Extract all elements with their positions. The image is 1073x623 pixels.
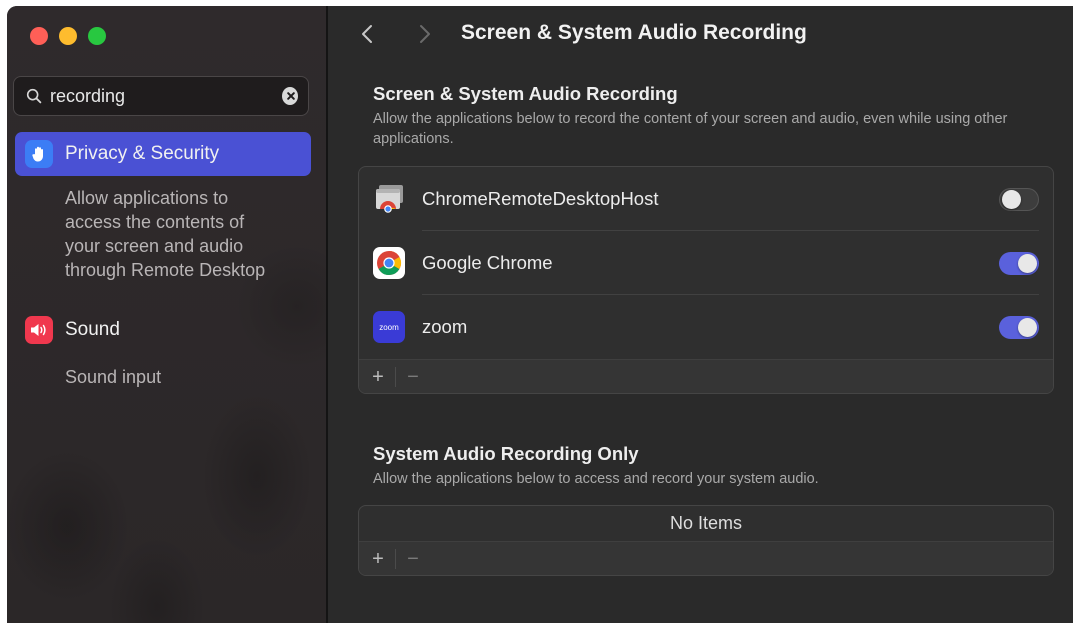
section-title: Screen & System Audio Recording: [373, 83, 678, 104]
list-item: ChromeRemoteDesktopHost: [359, 167, 1053, 231]
description-line: access the contents of: [65, 212, 245, 232]
sidebar-item-sound[interactable]: Sound: [15, 308, 311, 352]
description-line: Sound input: [65, 367, 162, 387]
list-footer: + −: [359, 541, 1053, 575]
toggle-knob: [1018, 317, 1037, 337]
section-title: System Audio Recording Only: [373, 443, 639, 464]
search-input[interactable]: [50, 85, 282, 107]
app-name: Google Chrome: [422, 252, 553, 273]
remove-app-button[interactable]: −: [402, 366, 424, 388]
zoom-icon: zoom: [373, 311, 405, 343]
chevron-right-icon[interactable]: [414, 22, 434, 46]
chrome-remote-desktop-icon: [376, 185, 403, 213]
description-line: Allow applications to: [65, 188, 229, 208]
list-item: Google Chrome: [359, 231, 1053, 295]
description-line: your screen and audio: [65, 236, 244, 256]
window-controls: [30, 27, 106, 45]
divider: [395, 548, 396, 569]
section-description: Allow the applications below to record t…: [373, 111, 1008, 147]
clear-search-icon[interactable]: [282, 87, 298, 105]
zoom-window-button[interactable]: [88, 27, 106, 45]
audio-only-app-list: No Items + −: [358, 505, 1054, 576]
speaker-icon: [25, 316, 53, 344]
toggle-knob: [1002, 189, 1021, 209]
description-line: through Remote Desktop: [65, 260, 266, 280]
main-content: Screen & System Audio Recording Screen &…: [328, 6, 1073, 623]
add-app-button[interactable]: +: [367, 548, 389, 570]
app-permission-toggle[interactable]: [999, 251, 1039, 275]
sidebar-item-label: Privacy & Security: [65, 143, 220, 164]
minimize-window-button[interactable]: [59, 27, 77, 45]
toolbar: Screen & System Audio Recording: [328, 6, 1073, 62]
empty-list-placeholder: No Items: [669, 513, 743, 533]
app-name: ChromeRemoteDesktopHost: [422, 188, 659, 209]
sidebar-item-label: Sound: [65, 319, 120, 340]
app-name: zoom: [422, 316, 468, 337]
app-permission-toggle[interactable]: [999, 187, 1039, 211]
search-field[interactable]: [13, 76, 309, 116]
page-title: Screen & System Audio Recording: [461, 21, 807, 44]
sidebar-item-privacy-security[interactable]: Privacy & Security: [15, 132, 311, 176]
app-permission-toggle[interactable]: [999, 315, 1039, 339]
settings-window: Privacy & Security Allow applications to…: [7, 6, 1073, 623]
app-list: ChromeRemoteDesktopHost Google Chrome zo…: [358, 166, 1054, 394]
section-description: Allow the applications below to access a…: [373, 471, 819, 487]
remove-app-button[interactable]: −: [402, 548, 424, 570]
chevron-left-icon[interactable]: [358, 22, 378, 46]
search-icon: [26, 88, 42, 104]
svg-text:zoom: zoom: [379, 323, 399, 332]
privacy-search-result-description[interactable]: Allow applications to access the content…: [65, 186, 265, 282]
toggle-knob: [1018, 253, 1037, 273]
add-app-button[interactable]: +: [367, 366, 389, 388]
close-window-button[interactable]: [30, 27, 48, 45]
list-footer: + −: [359, 359, 1053, 393]
chrome-icon: [373, 247, 405, 279]
hand-icon: [25, 140, 53, 168]
sidebar: Privacy & Security Allow applications to…: [7, 6, 328, 623]
divider: [395, 366, 396, 387]
sound-input-search-result[interactable]: Sound input: [65, 365, 161, 389]
list-item: zoom zoom: [359, 295, 1053, 359]
